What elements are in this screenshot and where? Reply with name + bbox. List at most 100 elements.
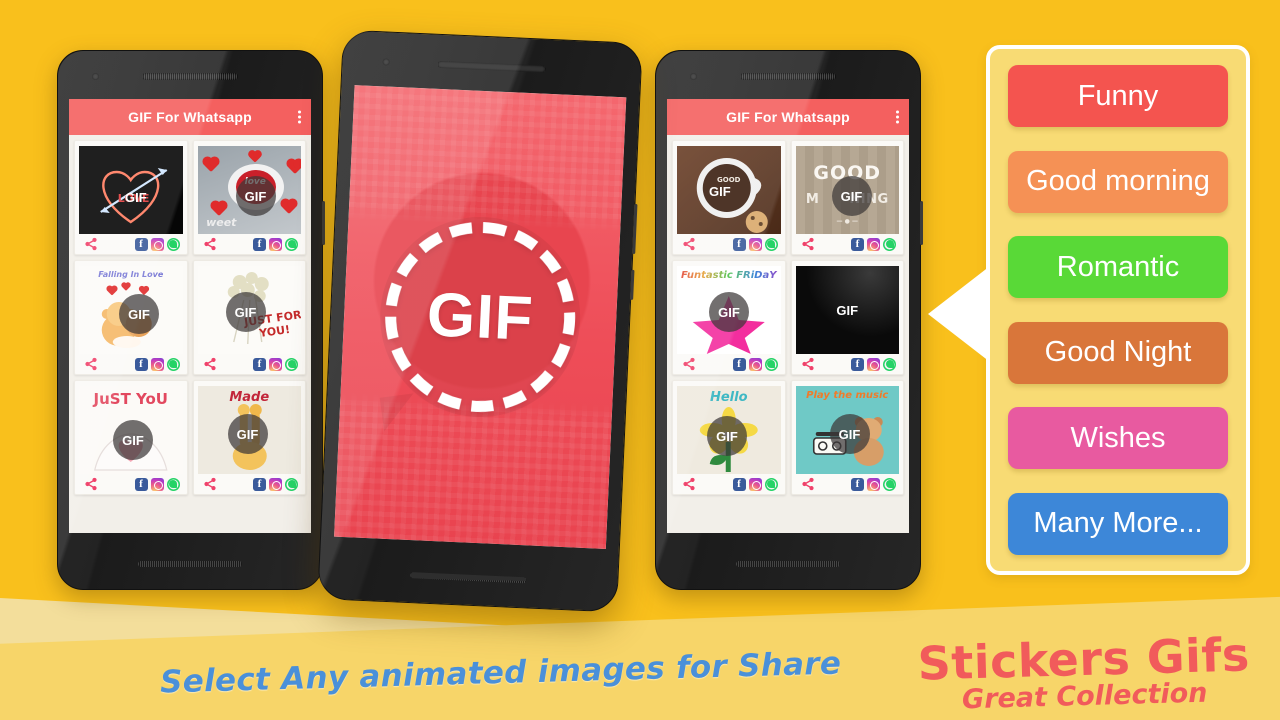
gif-thumbnail[interactable]: Funtastic FRiDaY GIF	[677, 266, 781, 354]
whatsapp-icon[interactable]	[166, 357, 180, 371]
share-icon[interactable]	[682, 237, 696, 251]
facebook-icon[interactable]: f	[732, 237, 746, 251]
front-camera-icon	[690, 73, 697, 80]
facebook-icon[interactable]: f	[253, 357, 266, 371]
thumb-caption: Play the music	[806, 390, 889, 401]
category-label: Funny	[1077, 79, 1159, 112]
gif-thumbnail[interactable]: LOVE GIF	[79, 146, 183, 234]
share-icon[interactable]	[801, 357, 815, 371]
gif-card[interactable]: GOOD M NING — ● — GIF f	[790, 140, 904, 255]
share-icon[interactable]	[801, 237, 815, 251]
instagram-icon[interactable]	[150, 237, 164, 251]
category-chip-funny[interactable]: Funny	[1008, 65, 1228, 127]
gif-card[interactable]: GIF f	[790, 260, 904, 375]
facebook-icon[interactable]: f	[851, 357, 864, 371]
gif-thumbnail[interactable]: Hello GIF	[677, 386, 781, 474]
gif-badge: GIF	[235, 176, 276, 216]
gif-card[interactable]: LOVE GIF f	[74, 140, 188, 255]
whatsapp-icon[interactable]	[764, 477, 778, 491]
side-button[interactable]	[920, 201, 923, 245]
share-icon[interactable]	[84, 237, 98, 251]
whatsapp-icon[interactable]	[764, 357, 778, 371]
category-label: Good Night	[1044, 336, 1192, 369]
instagram-icon[interactable]	[867, 237, 880, 251]
gif-thumbnail[interactable]: love weet GIF	[197, 146, 301, 234]
gif-thumbnail[interactable]: JuST YoU GIF	[79, 386, 183, 474]
social-icons: f	[134, 477, 180, 491]
facebook-icon[interactable]: f	[732, 477, 746, 491]
gif-card[interactable]: Play the music GIF f	[790, 380, 904, 495]
whatsapp-icon[interactable]	[883, 237, 896, 251]
gif-card[interactable]: JuST YoU GIF f	[74, 380, 188, 495]
share-icon[interactable]	[682, 477, 696, 491]
splash-screen: GIF	[334, 85, 627, 549]
gif-card[interactable]: GOOD GIF f	[672, 140, 786, 255]
instagram-icon[interactable]	[748, 357, 762, 371]
gif-thumbnail[interactable]: Made GIF	[197, 386, 301, 474]
share-icon[interactable]	[801, 477, 815, 491]
facebook-icon[interactable]: f	[253, 477, 266, 491]
share-icon[interactable]	[203, 477, 217, 491]
facebook-icon[interactable]: f	[134, 237, 148, 251]
gif-card[interactable]: Made GIF f	[192, 380, 306, 495]
category-chip-romantic[interactable]: Romantic	[1008, 236, 1228, 299]
share-icon[interactable]	[203, 357, 217, 371]
whatsapp-icon[interactable]	[166, 477, 180, 491]
whatsapp-icon[interactable]	[285, 477, 298, 491]
instagram-icon[interactable]	[150, 477, 164, 491]
whatsapp-icon[interactable]	[285, 237, 298, 251]
overflow-menu-icon[interactable]	[896, 110, 899, 124]
instagram-icon[interactable]	[748, 477, 762, 491]
facebook-icon[interactable]: f	[253, 237, 266, 251]
share-icon[interactable]	[682, 357, 696, 371]
gif-thumbnail[interactable]: GOOD GIF	[677, 146, 781, 234]
share-icon[interactable]	[84, 477, 98, 491]
facebook-icon[interactable]: f	[732, 357, 746, 371]
instagram-icon[interactable]	[748, 237, 762, 251]
social-icons: f	[732, 237, 778, 251]
side-button[interactable]	[322, 201, 325, 245]
category-chip-good-night[interactable]: Good Night	[1008, 321, 1228, 384]
gif-thumbnail[interactable]: Play the music GIF	[795, 386, 899, 474]
whatsapp-icon[interactable]	[883, 357, 896, 371]
whatsapp-icon[interactable]	[764, 237, 778, 251]
thumb-caption: JuST YoU	[93, 390, 169, 408]
splash-logo-text: GIF	[425, 280, 535, 354]
instagram-icon[interactable]	[867, 477, 880, 491]
gif-badge: GIF	[119, 294, 159, 334]
app-screen-right: GIF For Whatsapp GOOD GIF f GOOD M — ● —…	[667, 99, 909, 533]
facebook-icon[interactable]: f	[134, 357, 148, 371]
instagram-icon[interactable]	[269, 237, 282, 251]
gif-card[interactable]: Funtastic FRiDaY GIF f	[672, 260, 786, 375]
gif-badge: GIF	[125, 190, 147, 205]
share-icon[interactable]	[203, 237, 217, 251]
instagram-icon[interactable]	[269, 357, 282, 371]
facebook-icon[interactable]: f	[134, 477, 148, 491]
gif-badge: GIF	[709, 184, 731, 199]
front-camera-icon	[92, 73, 99, 80]
overflow-menu-icon[interactable]	[298, 110, 301, 124]
category-chip-good-morning[interactable]: Good morning	[1008, 150, 1228, 213]
gif-card[interactable]: Falling In Love GIF f	[74, 260, 188, 375]
phone-mockup-right: GIF For Whatsapp GOOD GIF f GOOD M — ● —…	[655, 50, 923, 590]
instagram-icon[interactable]	[150, 357, 164, 371]
share-icon[interactable]	[84, 357, 98, 371]
gif-card[interactable]: Hello GIF f	[672, 380, 786, 495]
social-icons: f	[253, 357, 298, 371]
category-chip-many-more[interactable]: Many More...	[1008, 492, 1228, 555]
gif-card[interactable]: love weet GIF f	[192, 140, 306, 255]
category-label: Many More...	[1033, 507, 1203, 540]
instagram-icon[interactable]	[867, 357, 880, 371]
gif-thumbnail[interactable]: JUST FOR YOU! GIF	[197, 266, 301, 354]
gif-card[interactable]: JUST FOR YOU! GIF f	[192, 260, 306, 375]
instagram-icon[interactable]	[269, 477, 282, 491]
facebook-icon[interactable]: f	[851, 477, 864, 491]
facebook-icon[interactable]: f	[851, 237, 864, 251]
gif-thumbnail[interactable]: GIF	[795, 266, 899, 354]
whatsapp-icon[interactable]	[166, 237, 180, 251]
gif-thumbnail[interactable]: Falling In Love GIF	[79, 266, 183, 354]
whatsapp-icon[interactable]	[883, 477, 896, 491]
category-chip-wishes[interactable]: Wishes	[1008, 407, 1228, 470]
gif-thumbnail[interactable]: GOOD M NING — ● — GIF	[795, 146, 899, 234]
whatsapp-icon[interactable]	[285, 357, 298, 371]
